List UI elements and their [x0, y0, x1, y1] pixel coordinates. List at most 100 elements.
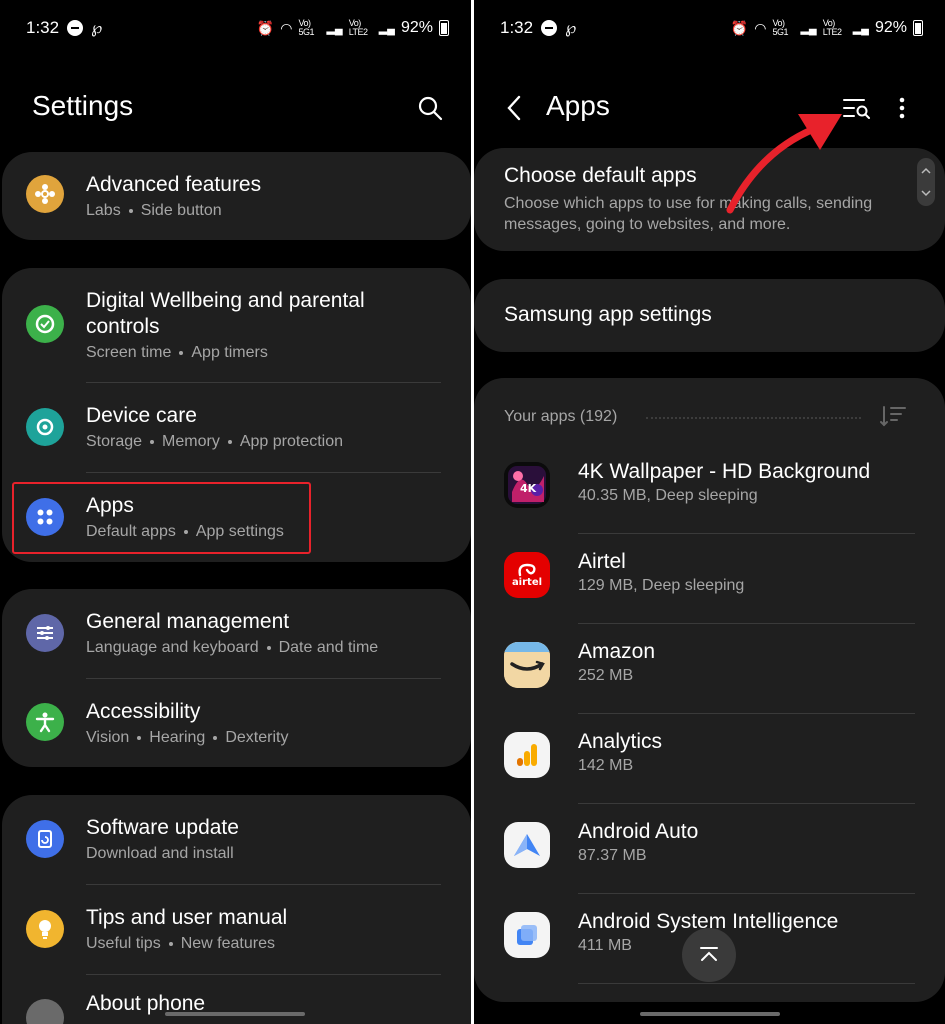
sort-icon[interactable]: [878, 404, 908, 430]
settings-item-tips[interactable]: Tips and user manual Useful tips New feat…: [2, 885, 471, 974]
app-name: Amazon: [578, 640, 656, 663]
settings-item-title: Digital Wellbeing and parental controls: [86, 289, 365, 338]
link-icon: ℘: [565, 20, 577, 37]
settings-card-software: Software update Download and install Tip…: [2, 795, 471, 1024]
app-name: Android Auto: [578, 820, 699, 843]
sliders-icon: [26, 614, 64, 652]
app-info: 40.35 MB, Deep sleeping: [578, 487, 758, 504]
settings-item-subtitle: Screen time App timers: [86, 344, 268, 361]
wifi-icon: ◠: [754, 19, 767, 36]
settings-item-subtitle: Storage Memory App protection: [86, 433, 344, 450]
system-intelligence-icon: [504, 912, 550, 958]
app-info: 252 MB: [578, 667, 634, 684]
settings-item-subtitle: Language and keyboard Date and time: [86, 639, 379, 656]
app-info: 411 MB: [578, 937, 632, 954]
analytics-icon: [504, 732, 550, 778]
battery-icon: [439, 20, 449, 36]
wallpaper-app-icon: 4K: [504, 462, 550, 508]
settings-screen: 1:32 ℘ ⏰ ◠ Vo) 5G1 ▂▄ Vo) LTE2 ▂▄ 92% Se…: [0, 0, 471, 1024]
gesture-bar: [640, 1012, 780, 1016]
gesture-bar: [165, 1012, 305, 1016]
alarm-icon: ⏰: [256, 19, 275, 36]
app-row-amazon[interactable]: Amazon 252 MB: [474, 630, 945, 720]
settings-item-subtitle: Useful tips New features: [86, 935, 275, 952]
network-label-1: Vo) 5G1: [298, 18, 314, 37]
signal-icon: ▂▄: [378, 22, 395, 35]
wifi-icon: ◠: [280, 19, 293, 36]
annotation-arrow: [726, 114, 842, 214]
airtel-logo-text: airtel: [511, 576, 543, 588]
status-bar: 1:32 ℘ ⏰ ◠ Vo) 5G1 ▂▄ Vo) LTE2 ▂▄ 92%: [500, 14, 923, 42]
divider: [578, 803, 915, 804]
settings-item-accessibility[interactable]: Accessibility Vision Hearing Dexterity: [2, 679, 471, 767]
settings-item-title: Tips and user manual: [86, 906, 288, 929]
accessibility-icon: [26, 703, 64, 741]
divider: [578, 983, 915, 984]
settings-item-advanced-features[interactable]: Advanced features Labs Side button: [2, 152, 471, 240]
device-care-icon: [26, 408, 64, 446]
divider: [578, 893, 915, 894]
settings-card-advanced: Advanced features Labs Side button: [2, 152, 471, 240]
app-row-android-auto[interactable]: Android Auto 87.37 MB: [474, 810, 945, 900]
page-title: Apps: [546, 90, 610, 121]
status-time: 1:32: [26, 18, 60, 37]
your-apps-header: Your apps (192): [504, 408, 618, 425]
wellbeing-icon: [26, 305, 64, 343]
network-label-2: Vo) LTE2: [822, 18, 842, 37]
software-update-icon: [26, 820, 64, 858]
settings-item-software-update[interactable]: Software update Download and install: [2, 795, 471, 884]
status-time: 1:32: [500, 18, 534, 37]
settings-item-digital-wellbeing[interactable]: Digital Wellbeing and parental controls S…: [2, 268, 471, 382]
network-label-1: Vo) 5G1: [772, 18, 788, 37]
settings-item-general-management[interactable]: General management Language and keyboard…: [2, 589, 471, 678]
settings-item-title: General management: [86, 610, 290, 633]
apps-screen: 1:32 ℘ ⏰ ◠ Vo) 5G1 ▂▄ Vo) LTE2 ▂▄ 92% Ap…: [474, 0, 945, 1024]
network-label-2: Vo) LTE2: [348, 18, 368, 37]
settings-item-title: Advanced features: [86, 173, 262, 196]
battery-percent: 92%: [874, 19, 907, 36]
airtel-icon: airtel: [504, 552, 550, 598]
settings-item-device-care[interactable]: Device care Storage Memory App protection: [2, 383, 471, 472]
signal-icon: ▂▄: [326, 22, 343, 35]
page-title: Settings: [32, 90, 134, 121]
settings-item-title: Software update: [86, 816, 239, 839]
svg-text:4K: 4K: [520, 482, 537, 495]
settings-item-subtitle: Download and install: [86, 845, 234, 862]
app-info: 142 MB: [578, 757, 634, 774]
dnd-icon: [67, 20, 84, 36]
your-apps-card: Your apps (192) 4K 4K Wallpaper - HD Bac…: [474, 378, 945, 1002]
divider: [578, 623, 915, 624]
battery-icon: [913, 20, 923, 36]
app-info: 129 MB, Deep sleeping: [578, 577, 745, 594]
samsung-app-settings-label: Samsung app settings: [504, 303, 712, 326]
choose-default-apps-card[interactable]: Choose default apps Choose which apps to…: [474, 148, 945, 251]
more-options-icon[interactable]: [892, 94, 912, 122]
scroll-to-top-button[interactable]: [682, 928, 736, 982]
app-row-4k-wallpaper[interactable]: 4K 4K Wallpaper - HD Background 40.35 MB…: [474, 450, 945, 540]
search-icon[interactable]: [414, 92, 446, 124]
dnd-icon: [541, 20, 558, 36]
app-name: Airtel: [578, 550, 626, 573]
info-icon: [26, 999, 64, 1024]
settings-item-subtitle: Vision Hearing Dexterity: [86, 729, 289, 746]
gear-flower-icon: [26, 175, 64, 213]
app-row-analytics[interactable]: Analytics 142 MB: [474, 720, 945, 810]
app-info: 87.37 MB: [578, 847, 647, 864]
back-arrow-icon[interactable]: [502, 92, 526, 124]
app-row-airtel[interactable]: airtel Airtel 129 MB, Deep sleeping: [474, 540, 945, 630]
app-name: 4K Wallpaper - HD Background: [578, 460, 871, 483]
signal-icon: ▂▄: [800, 22, 817, 35]
divider: [578, 713, 915, 714]
default-apps-title: Choose default apps: [504, 164, 697, 187]
settings-item-title: Device care: [86, 404, 197, 427]
divider: [578, 533, 915, 534]
settings-item-title: Accessibility: [86, 700, 201, 723]
scrollbar-thumb[interactable]: [917, 158, 935, 206]
battery-percent: 92%: [400, 19, 433, 36]
alarm-icon: ⏰: [730, 19, 749, 36]
settings-item-about-phone[interactable]: About phone: [2, 975, 471, 1024]
samsung-app-settings-card[interactable]: Samsung app settings: [474, 279, 945, 352]
settings-item-subtitle: Labs Side button: [86, 202, 222, 219]
link-icon: ℘: [91, 20, 103, 37]
lightbulb-icon: [26, 910, 64, 948]
